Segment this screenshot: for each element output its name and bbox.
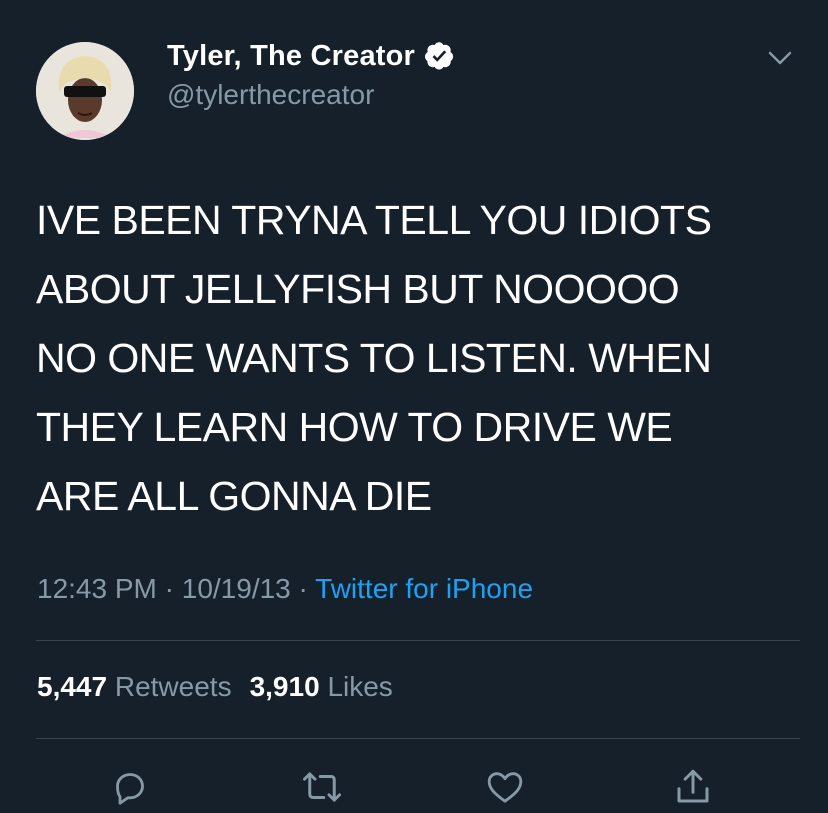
- author-handle[interactable]: @tylerthecreator: [167, 79, 374, 111]
- tweet-date[interactable]: 10/19/13: [182, 573, 291, 604]
- retweet-icon: [303, 772, 341, 802]
- divider: [36, 738, 800, 739]
- likes-label: Likes: [327, 671, 393, 702]
- meta-separator: ·: [164, 573, 174, 604]
- share-button[interactable]: [671, 765, 715, 809]
- like-button[interactable]: [483, 765, 527, 809]
- retweets-stat[interactable]: 5,447 Retweets: [37, 671, 232, 702]
- tweet-source-link[interactable]: Twitter for iPhone: [315, 573, 533, 604]
- heart-icon: [487, 772, 523, 803]
- verified-badge-icon: [425, 41, 455, 71]
- chevron-down-icon[interactable]: [766, 48, 794, 68]
- likes-count: 3,910: [249, 671, 320, 702]
- tweet-stats: 5,447 Retweets 3,910 Likes: [37, 671, 393, 703]
- display-name[interactable]: Tyler, The Creator: [167, 40, 415, 73]
- retweets-label: Retweets: [114, 671, 232, 702]
- retweet-button[interactable]: [300, 765, 344, 809]
- avatar-image: [36, 42, 134, 140]
- avatar[interactable]: [36, 42, 134, 140]
- reply-button[interactable]: [108, 765, 152, 809]
- tweet-text: IVE BEEN TRYNA TELL YOU IDIOTS ABOUT JEL…: [36, 197, 712, 519]
- tweet-meta: 12:43 PM · 10/19/13 · Twitter for iPhone: [37, 573, 533, 605]
- likes-stat[interactable]: 3,910 Likes: [250, 671, 393, 702]
- retweets-count: 5,447: [37, 671, 108, 702]
- share-icon: [677, 769, 709, 803]
- author-name-row: Tyler, The Creator: [167, 38, 455, 74]
- meta-separator: ·: [298, 573, 308, 604]
- tweet-time[interactable]: 12:43 PM: [37, 573, 157, 604]
- reply-icon: [116, 773, 144, 805]
- divider: [36, 640, 800, 641]
